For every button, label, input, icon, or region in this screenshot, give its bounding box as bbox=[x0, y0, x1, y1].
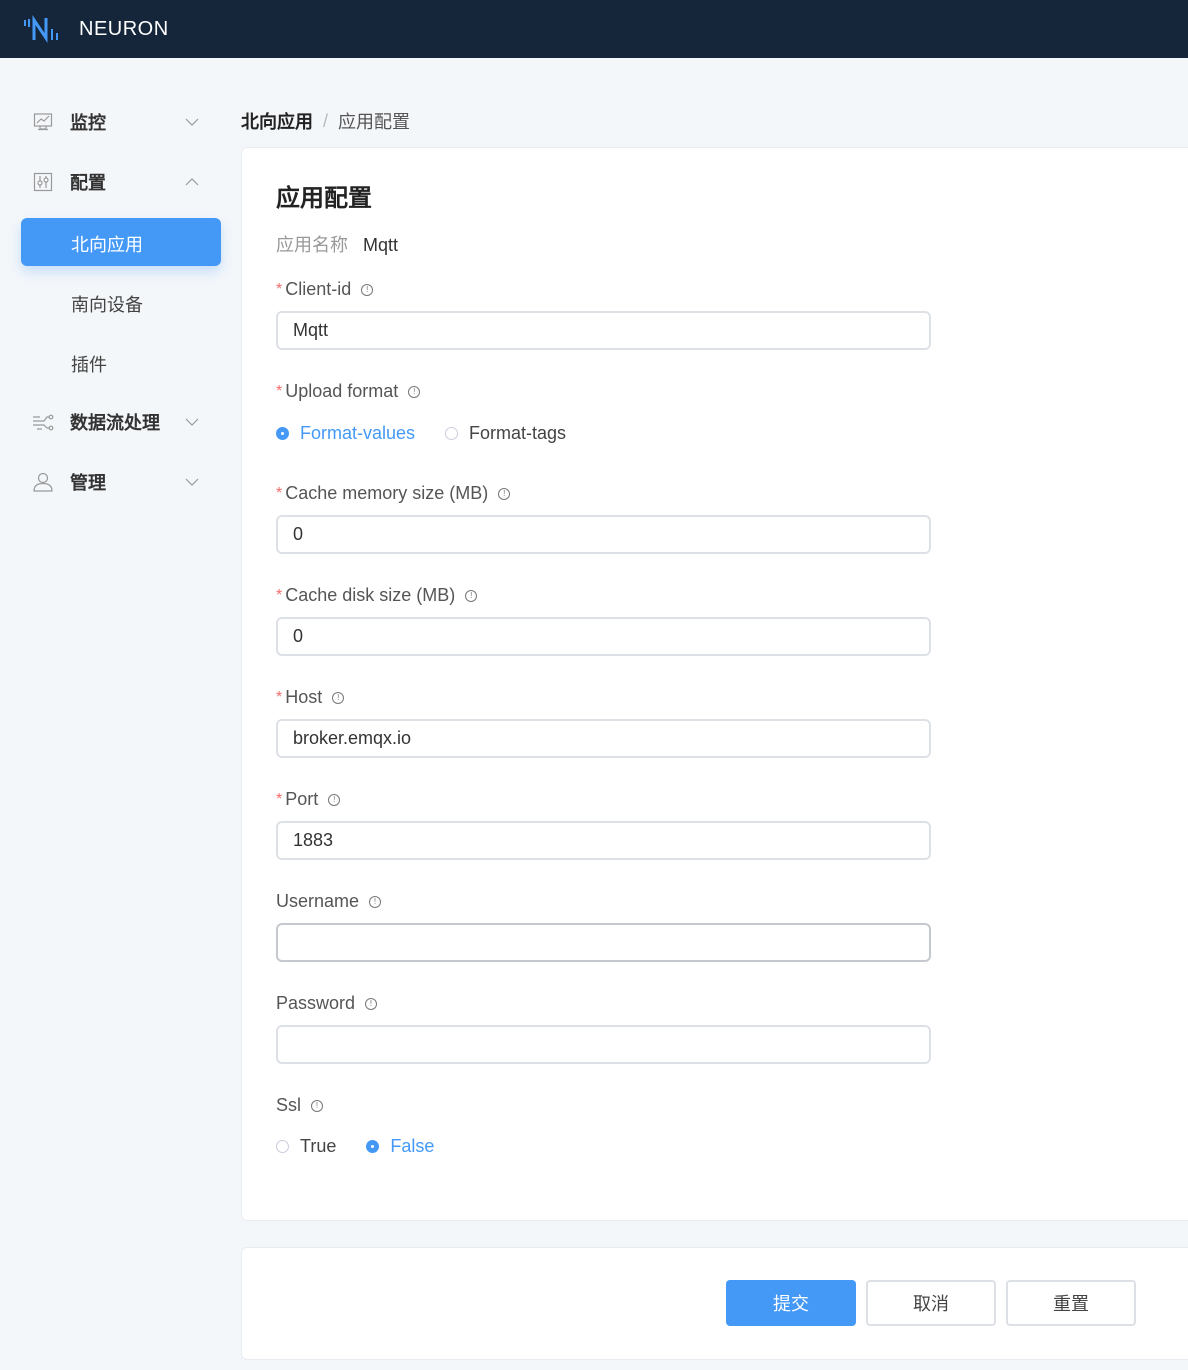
radio-format-values[interactable]: Format-values bbox=[276, 423, 415, 444]
required-mark: * bbox=[276, 484, 283, 502]
field-label-text: Upload format bbox=[285, 381, 399, 401]
sidebar-subitem-label: 插件 bbox=[71, 355, 107, 375]
radio-format-tags[interactable]: Format-tags bbox=[445, 423, 566, 444]
top-bar: NEURON bbox=[0, 0, 1188, 58]
chevron-down-icon bbox=[185, 478, 199, 486]
sidebar-subitem-label: 北向应用 bbox=[71, 235, 143, 255]
radio-dot[interactable] bbox=[445, 427, 459, 440]
radio-ssl-false[interactable]: False bbox=[366, 1136, 434, 1157]
field-label-text: Password bbox=[276, 993, 356, 1013]
upload-format-label: * Upload format ! bbox=[276, 381, 421, 402]
sidebar-subitem-label: 南向设备 bbox=[71, 295, 143, 315]
info-icon[interactable]: ! bbox=[361, 283, 374, 296]
info-icon[interactable]: ! bbox=[365, 997, 378, 1010]
client-id-label: * Client-id ! bbox=[276, 279, 374, 300]
sidebar-item-northbound-apps[interactable]: 北向应用 bbox=[21, 218, 221, 266]
form-actions-bar: 提交 取消 重置 bbox=[241, 1247, 1188, 1360]
password-label: Password ! bbox=[276, 993, 378, 1014]
field-label-text: Cache disk size (MB) bbox=[285, 585, 456, 605]
breadcrumb-separator: / bbox=[323, 110, 329, 131]
host-label: * Host ! bbox=[276, 687, 345, 708]
field-label-text: Port bbox=[285, 789, 319, 809]
cache-memory-input[interactable] bbox=[276, 515, 931, 554]
info-icon[interactable]: ! bbox=[498, 487, 511, 500]
sidebar-item-label: 管理 bbox=[70, 473, 106, 493]
sidebar-item-management[interactable]: 管理 bbox=[21, 458, 221, 506]
field-label-text: Host bbox=[285, 687, 323, 707]
page-title: 应用配置 bbox=[276, 185, 372, 212]
host-input[interactable] bbox=[276, 719, 931, 758]
sidebar-item-plugins[interactable]: 插件 bbox=[21, 338, 221, 386]
ssl-radio-group: True False bbox=[276, 1136, 434, 1157]
monitor-chart-icon bbox=[32, 111, 54, 133]
app-config-card: 应用配置 应用名称 Mqtt * Client-id ! * Upload fo… bbox=[241, 147, 1188, 1221]
app-name-row: 应用名称 Mqtt bbox=[276, 231, 398, 257]
chevron-up-icon bbox=[185, 178, 199, 186]
cache-disk-input[interactable] bbox=[276, 617, 931, 656]
required-mark: * bbox=[276, 382, 283, 400]
logo[interactable]: NEURON bbox=[23, 14, 169, 44]
field-label-text: Cache memory size (MB) bbox=[285, 483, 489, 503]
radio-dot[interactable] bbox=[276, 427, 289, 440]
info-icon[interactable]: ! bbox=[369, 895, 382, 908]
field-label-text: Ssl bbox=[276, 1095, 302, 1115]
sidebar-item-data-processing[interactable]: 数据流处理 bbox=[21, 398, 221, 446]
sidebar-item-config[interactable]: 配置 bbox=[21, 158, 221, 206]
neuron-logo-icon bbox=[24, 15, 58, 43]
app-name-label: 应用名称 bbox=[276, 235, 348, 255]
required-mark: * bbox=[276, 586, 283, 604]
sidebar-item-southbound-devices[interactable]: 南向设备 bbox=[21, 278, 221, 326]
app-name: NEURON bbox=[79, 17, 169, 40]
cache-memory-label: * Cache memory size (MB) ! bbox=[276, 483, 511, 504]
sidebar-item-monitor[interactable]: 监控 bbox=[21, 98, 221, 146]
reset-button[interactable]: 重置 bbox=[1006, 1280, 1136, 1326]
data-flow-icon bbox=[32, 411, 54, 433]
field-label-text: Username bbox=[276, 891, 360, 911]
radio-label: False bbox=[390, 1136, 435, 1156]
app-name-value: Mqtt bbox=[363, 235, 399, 255]
required-mark: * bbox=[276, 280, 283, 298]
ssl-label: Ssl ! bbox=[276, 1095, 324, 1116]
sidebar-item-label: 监控 bbox=[70, 113, 106, 133]
breadcrumb: 北向应用 / 应用配置 bbox=[241, 108, 410, 134]
user-icon bbox=[32, 471, 54, 493]
info-icon[interactable]: ! bbox=[332, 691, 345, 704]
radio-label: True bbox=[300, 1136, 337, 1156]
upload-format-radio-group: Format-values Format-tags bbox=[276, 423, 566, 444]
required-mark: * bbox=[276, 790, 283, 808]
port-input[interactable] bbox=[276, 821, 931, 860]
info-icon[interactable]: ! bbox=[408, 385, 421, 398]
sidebar-item-label: 数据流处理 bbox=[70, 413, 160, 433]
cache-disk-label: * Cache disk size (MB) ! bbox=[276, 585, 478, 606]
password-input[interactable] bbox=[276, 1025, 931, 1064]
username-input[interactable] bbox=[276, 923, 931, 962]
info-icon[interactable]: ! bbox=[311, 1099, 324, 1112]
sidebar-item-label: 配置 bbox=[70, 173, 106, 193]
info-icon[interactable]: ! bbox=[465, 589, 478, 602]
radio-dot[interactable] bbox=[276, 1140, 289, 1153]
breadcrumb-root-link[interactable]: 北向应用 bbox=[241, 108, 313, 134]
breadcrumb-current: 应用配置 bbox=[338, 112, 411, 132]
chevron-down-icon bbox=[185, 418, 199, 426]
required-mark: * bbox=[276, 688, 283, 706]
chevron-down-icon bbox=[185, 118, 199, 126]
cancel-button[interactable]: 取消 bbox=[866, 1280, 996, 1326]
radio-dot[interactable] bbox=[366, 1140, 380, 1153]
port-label: * Port ! bbox=[276, 789, 341, 810]
radio-label: Format-tags bbox=[469, 423, 567, 443]
sliders-icon bbox=[32, 171, 54, 193]
username-label: Username ! bbox=[276, 891, 382, 912]
submit-button[interactable]: 提交 bbox=[726, 1280, 856, 1326]
field-label-text: Client-id bbox=[285, 279, 352, 299]
radio-ssl-true[interactable]: True bbox=[276, 1136, 336, 1157]
client-id-input[interactable] bbox=[276, 311, 931, 350]
info-icon[interactable]: ! bbox=[328, 793, 341, 806]
radio-label: Format-values bbox=[300, 423, 416, 443]
